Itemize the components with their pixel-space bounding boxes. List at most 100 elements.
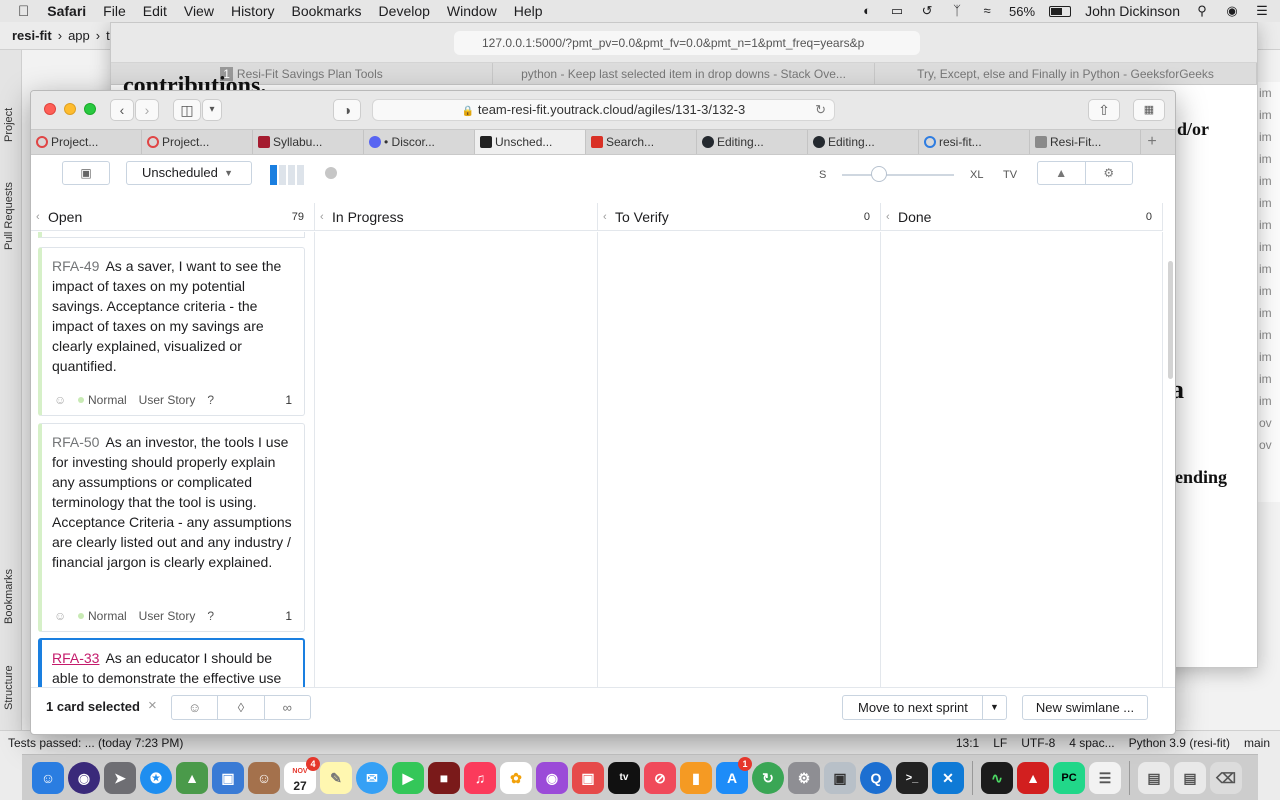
tab[interactable]: Syllabu... xyxy=(253,130,364,154)
gear-icon[interactable]: ⚙ xyxy=(1086,162,1133,184)
siri-icon[interactable]: ◉ xyxy=(68,761,100,794)
status-indent[interactable]: 4 spac... xyxy=(1069,736,1114,750)
image-capture-icon[interactable]: ▣ xyxy=(824,761,856,794)
status-git-branch[interactable]: main xyxy=(1244,736,1270,750)
spotlight-search-icon[interactable]: ⚲ xyxy=(1194,4,1210,18)
tab[interactable]: Project... xyxy=(142,130,253,154)
tool-tab-project[interactable]: Project xyxy=(3,108,15,142)
tool-tab-pull-requests[interactable]: Pull Requests xyxy=(3,182,15,250)
issue-id-link[interactable]: RFA-33 xyxy=(52,650,99,666)
time-machine-icon[interactable]: ↺ xyxy=(919,4,935,18)
control-center-icon[interactable]: ☰ xyxy=(1254,4,1270,18)
column-header-done[interactable]: ‹ Done 0 xyxy=(881,203,1163,230)
trash-icon[interactable]: ⌫ xyxy=(1210,761,1242,794)
notes-icon[interactable]: ✎ xyxy=(320,761,352,794)
facetime-icon[interactable]: ▶ xyxy=(392,761,424,794)
menu-view[interactable]: View xyxy=(184,3,214,19)
issue-card[interactable]: RFA-50 As an investor, the tools I use fo… xyxy=(38,423,305,632)
issue-estimate[interactable]: ? xyxy=(207,390,214,410)
sidebar-toggle-icon[interactable]: ◫ xyxy=(173,99,201,121)
tab[interactable]: Editing... xyxy=(697,130,808,154)
board-scrollbar[interactable] xyxy=(1168,261,1173,379)
status-line-separator[interactable]: LF xyxy=(993,736,1007,750)
podcasts-icon[interactable]: ◉ xyxy=(536,761,568,794)
status-interpreter[interactable]: Python 3.9 (resi-fit) xyxy=(1129,736,1230,750)
breadcrumb-folder[interactable]: app xyxy=(68,28,90,43)
issue-estimate[interactable]: ? xyxy=(207,606,214,626)
launchpad-icon[interactable]: ➤ xyxy=(104,761,136,794)
books-icon[interactable]: ▮ xyxy=(680,761,712,794)
user-name[interactable]: John Dickinson xyxy=(1085,3,1180,19)
calendar-icon[interactable]: NOV 27 4 xyxy=(284,756,320,794)
menu-edit[interactable]: Edit xyxy=(143,3,167,19)
messages-icon[interactable]: ✉ xyxy=(356,761,388,794)
window-minimize-button[interactable] xyxy=(64,103,76,115)
chevron-down-icon[interactable]: ▼ xyxy=(982,696,1006,719)
breadcrumb-project[interactable]: resi-fit xyxy=(12,28,52,43)
bg-tab[interactable]: python - Keep last selected item in drop… xyxy=(493,63,875,84)
issue-summary[interactable]: As a saver, I want to see the impact of … xyxy=(52,258,281,374)
airplay-icon[interactable]: ▭ xyxy=(889,4,905,18)
bluetooth-icon[interactable]: ᛉ xyxy=(949,4,965,18)
news-icon[interactable]: ⊘ xyxy=(644,761,676,794)
reload-icon[interactable]: ↻ xyxy=(815,100,826,120)
collapse-chevron-icon[interactable]: ‹ xyxy=(886,203,890,231)
issue-priority[interactable]: Normal xyxy=(88,390,127,410)
menu-develop[interactable]: Develop xyxy=(379,3,430,19)
document-icon[interactable]: ☰ xyxy=(1089,761,1121,794)
do-not-disturb-icon[interactable]: ◐ xyxy=(859,4,875,18)
column-header-to-verify[interactable]: ‹ To Verify 0 xyxy=(598,203,881,230)
tab[interactable]: Editing... xyxy=(808,130,919,154)
remote-desktop-icon[interactable]: ▣ xyxy=(572,761,604,794)
issue-card-selected[interactable]: RFA-33 As an educator I should be able to… xyxy=(38,638,305,687)
issue-type[interactable]: User Story xyxy=(139,606,196,626)
issue-summary[interactable]: As an investor, the tools I use for inve… xyxy=(52,434,292,570)
card-partial[interactable] xyxy=(38,232,305,238)
bg-tab[interactable]: Try, Except, else and Finally in Python … xyxy=(875,63,1257,84)
issue-id[interactable]: RFA-50 xyxy=(52,434,99,450)
collapse-chevron-icon[interactable]: ‹ xyxy=(36,203,40,231)
issue-points[interactable]: 1 xyxy=(285,606,292,626)
card-size-slider-thumb[interactable] xyxy=(871,166,887,182)
new-tab-button[interactable]: + xyxy=(1141,130,1163,154)
sidebar-menu-chevron-icon[interactable]: ▾ xyxy=(202,99,222,121)
status-tests[interactable]: Tests passed: ... (today 7:23 PM) xyxy=(8,736,183,750)
window-close-button[interactable] xyxy=(44,103,56,115)
back-button[interactable]: ‹ xyxy=(110,99,134,121)
card-size-slider[interactable] xyxy=(842,174,954,176)
siri-icon[interactable]: ◉ xyxy=(1224,4,1240,18)
card-density-toggle[interactable] xyxy=(270,165,304,185)
preview-icon[interactable]: ▣ xyxy=(212,761,244,794)
acrobat-icon[interactable]: ▲ xyxy=(1017,761,1049,794)
density-segment[interactable] xyxy=(279,165,286,185)
column-header-open[interactable]: ‹ Open 79 xyxy=(31,203,315,230)
column-header-in-progress[interactable]: ‹ In Progress xyxy=(315,203,598,230)
collapse-chevron-icon[interactable]: ‹ xyxy=(603,203,607,231)
issue-priority[interactable]: Normal xyxy=(88,606,127,626)
wifi-icon[interactable]: ≈ xyxy=(979,4,995,18)
assignee-icon[interactable]: ☺ xyxy=(54,390,72,410)
collapse-chevron-icon[interactable]: ‹ xyxy=(320,203,324,231)
activity-monitor-icon[interactable]: ∿ xyxy=(981,761,1013,794)
tag-icon[interactable]: ◊ xyxy=(218,696,265,719)
apple-tv-icon[interactable]: tv xyxy=(608,761,640,794)
density-segment[interactable] xyxy=(270,165,277,185)
tv-mode-toggle[interactable]: TV xyxy=(1003,169,1017,181)
status-encoding[interactable]: UTF-8 xyxy=(1021,736,1055,750)
issue-id[interactable]: RFA-49 xyxy=(52,258,99,274)
menu-history[interactable]: History xyxy=(231,3,275,19)
clear-selection-icon[interactable]: × xyxy=(148,697,157,714)
documents-stack-icon[interactable]: ▤ xyxy=(1174,761,1206,794)
issue-card[interactable]: RFA-49 As a saver, I want to see the impa… xyxy=(38,247,305,416)
tab[interactable]: Resi-Fit... xyxy=(1030,130,1141,154)
tab-active[interactable]: Unsched... xyxy=(475,130,586,154)
quicktime-icon[interactable]: Q xyxy=(860,761,892,794)
density-segment[interactable] xyxy=(297,165,304,185)
share-icon[interactable]: ⇧ xyxy=(1088,99,1120,121)
tool-tab-structure[interactable]: Structure xyxy=(3,665,15,710)
tab[interactable]: Search... xyxy=(586,130,697,154)
address-bar[interactable]: 🔒 team-resi-fit.youtrack.cloud/agiles/13… xyxy=(372,99,835,121)
density-segment[interactable] xyxy=(288,165,295,185)
chart-icon[interactable]: ▲ xyxy=(1038,162,1086,184)
finder-icon[interactable]: ☺ xyxy=(32,761,64,794)
